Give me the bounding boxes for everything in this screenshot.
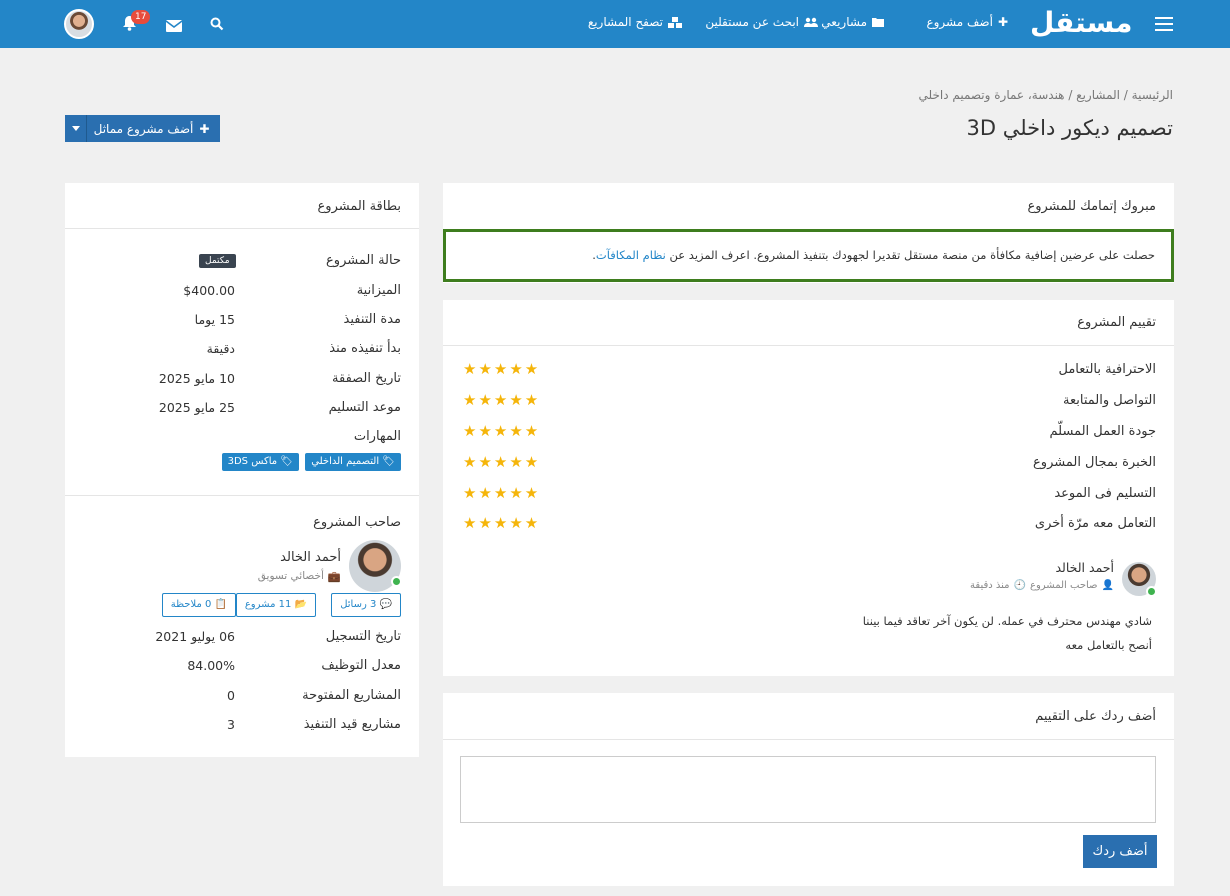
skill-tag[interactable]: 🏷 التصميم الداخلي [305,453,401,471]
review-comment-line: أنصح بالتعامل معه [1065,638,1152,652]
messages-button[interactable]: 💬 3 رسائل [331,593,401,617]
plus-icon: ✚ [997,15,1008,29]
rating-label: التعامل معه مرّة أخرى [1034,516,1156,531]
top-navbar: مستقل ✚ أضف مشروع مشاريعي ابحث عن مستقلي… [0,0,1230,48]
caret-down-icon[interactable] [65,115,87,142]
owner-title: صاحب المشروع [313,515,401,530]
rating-card: تقييم المشروع الاحترافية بالتعامل ★★★★★ … [443,300,1174,676]
briefcase-icon: 💼 [327,571,341,583]
star-rating: ★★★★★ [463,484,541,502]
star-rating: ★★★★★ [463,514,541,532]
reviewer-name[interactable]: أحمد الخالد [1056,560,1115,575]
folder-icon [872,17,884,27]
congrats-message: حصلت على عرضين إضافية مكافأة من منصة مست… [592,248,1155,262]
row-label: مدة التنفيذ [343,312,401,327]
rating-label: الاحترافية بالتعامل [1058,362,1156,377]
user-icon: 👤 [1101,580,1114,591]
in-progress-value: 3 [227,717,235,732]
owner-name[interactable]: أحمد الخالد [280,550,341,565]
nav-my-projects[interactable]: مشاريعي [821,15,884,29]
row-label: المشاريع المفتوحة [302,688,401,703]
rewards-link[interactable]: نظام المكافآت [596,248,666,262]
star-rating: ★★★★★ [463,391,541,409]
deal-date-value: 10 مايو 2025 [158,371,235,386]
search-icon[interactable] [210,16,224,35]
nav-browse-projects[interactable]: تصفح المشاريع [588,15,682,29]
divider [65,228,419,229]
congrats-message-box: حصلت على عرضين إضافية مكافأة من منصة مست… [443,229,1174,282]
comments-icon: 💬 [379,599,392,610]
add-reply-button[interactable]: أضف ردك [1083,835,1157,868]
nav-find-freelancers[interactable]: ابحث عن مستقلين [705,15,818,29]
row-label: معدل التوظيف [321,658,401,673]
register-date-value: 06 يوليو 2021 [155,629,235,644]
notification-badge: 17 [131,10,151,24]
budget-value: $400.00 [183,283,235,298]
rating-title: تقييم المشروع [1077,315,1156,330]
row-label: موعد التسليم [328,400,401,415]
user-avatar[interactable] [64,9,94,39]
star-rating: ★★★★★ [463,453,541,471]
project-card: بطاقة المشروع حالة المشروع مكتمل الميزان… [65,183,419,757]
rating-label: الخبرة بمجال المشروع [1033,455,1156,470]
page-title: تصميم ديكور داخلي 3D [966,116,1173,140]
site-logo[interactable]: مستقل [1030,6,1132,39]
nav-add-project[interactable]: ✚ أضف مشروع [926,15,1008,29]
reply-card: أضف ردك على التقييم أضف ردك [443,693,1174,886]
skill-tag[interactable]: 🏷 ماكس 3DS [221,453,299,471]
started-value: دقيقة [206,341,235,356]
menu-icon[interactable] [1155,17,1173,31]
star-rating: ★★★★★ [463,360,541,378]
tag-icon: 🏷 [382,456,395,467]
tag-icon: 🏷 [280,456,293,467]
divider [443,739,1174,740]
clock-icon: 🕘 [1013,580,1026,591]
row-label: الميزانية [356,283,401,298]
notes-button[interactable]: 📋 0 ملاحظة [161,593,236,617]
divider [443,345,1174,346]
add-similar-project-button[interactable]: ✚ أضف مشروع مماثل [65,115,220,142]
projects-button[interactable]: 📂 11 مشروع [235,593,316,617]
divider [65,495,419,496]
hire-rate-value: 84.00% [187,658,235,673]
users-icon [804,17,818,27]
delivery-date-value: 25 مايو 2025 [158,400,235,415]
folder-icon: 📂 [294,599,307,610]
rating-label: جودة العمل المسلّم [1049,424,1156,439]
plus-icon: ✚ [199,121,210,136]
row-label: حالة المشروع [326,253,401,268]
row-label: تاريخ الصفقة [332,371,401,386]
row-label: مشاريع قيد التنفيذ [303,717,401,732]
envelope-icon[interactable] [165,17,183,36]
rating-label: التسليم فى الموعد [1054,486,1156,501]
row-label: بدأ تنفيذه منذ [329,341,401,356]
reply-title: أضف ردك على التقييم [1035,709,1156,724]
reply-textarea[interactable] [460,756,1156,823]
reviewer-meta: 👤 صاحب المشروع 🕘 منذ دقيقة [970,580,1114,591]
row-label: تاريخ التسجيل [325,629,401,644]
owner-job: 💼 أخصائي تسويق [257,570,341,583]
skills-label: المهارات [353,429,401,444]
rating-label: التواصل والمتابعة [1063,393,1156,408]
status-badge: مكتمل [199,254,236,268]
open-projects-value: 0 [227,688,235,703]
duration-value: 15 يوما [194,312,235,327]
congrats-title: مبروك إتمامك للمشروع [1027,199,1156,214]
review-comment-line: شادي مهندس محترف في عمله. لن يكون آخر تع… [862,614,1152,628]
project-card-title: بطاقة المشروع [317,199,401,214]
online-status-dot [1146,586,1157,597]
cubes-icon [668,16,682,28]
congrats-card: مبروك إتمامك للمشروع حصلت على عرضين إضاف… [443,183,1174,283]
note-icon: 📋 [214,599,227,610]
online-status-dot [391,576,402,587]
star-rating: ★★★★★ [463,422,541,440]
breadcrumb[interactable]: الرئيسية / المشاريع / هندسة، عمارة وتصمي… [918,88,1173,102]
